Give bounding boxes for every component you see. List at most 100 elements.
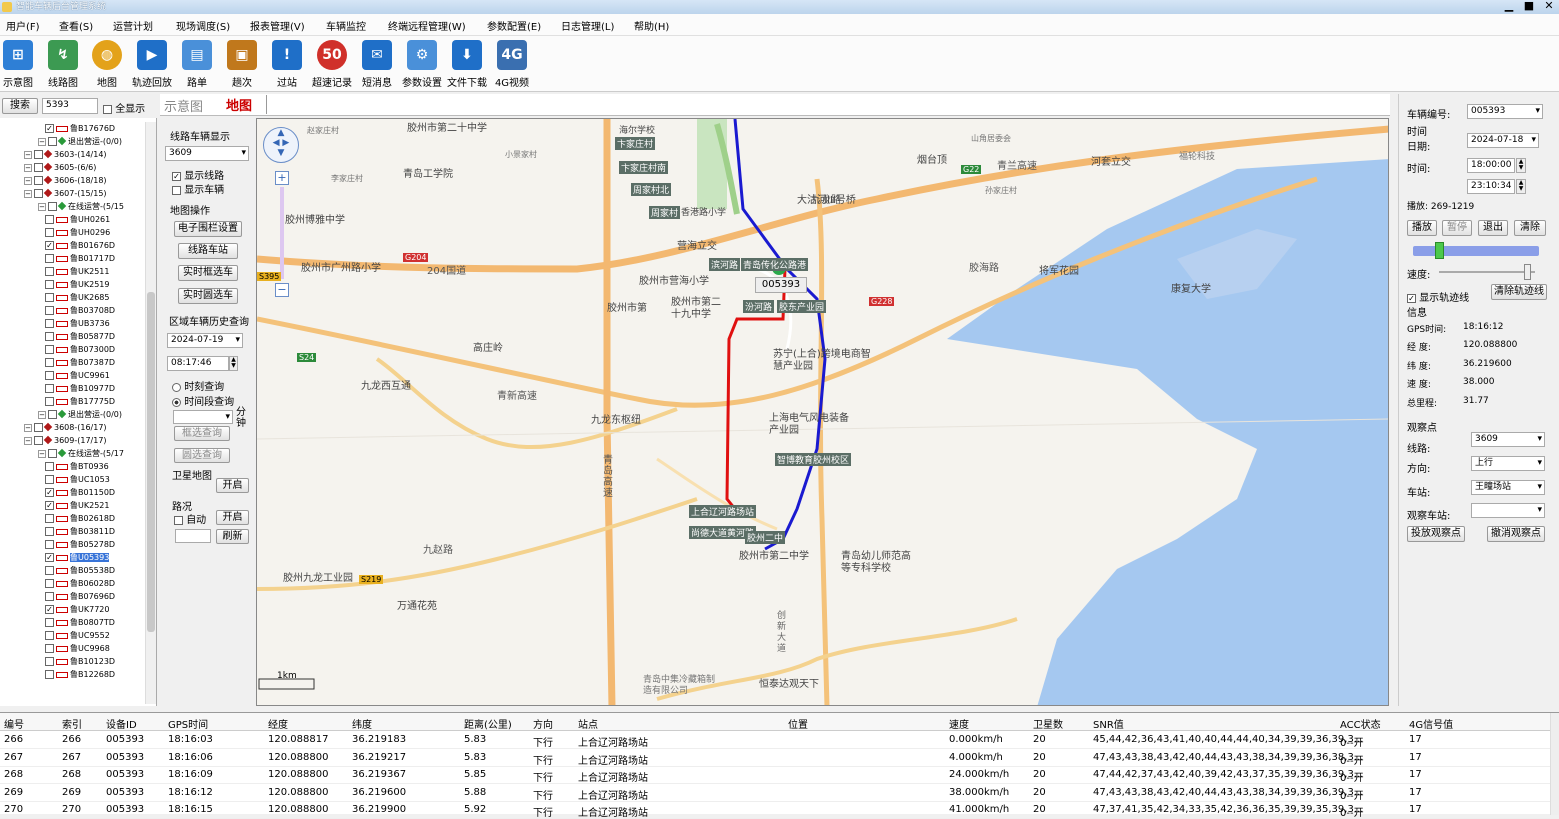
tree-checkbox[interactable]	[45, 228, 54, 237]
tree-vehicle-item[interactable]: 鲁UH0296	[45, 226, 110, 239]
time-from-spinner[interactable]: ▲ ▼	[1516, 158, 1526, 173]
search-button[interactable]: 搜索	[2, 98, 38, 114]
tree-checkbox[interactable]: ✓	[45, 605, 54, 614]
waybill-button[interactable]: ▤ 路单	[175, 40, 219, 89]
column-header[interactable]: 索引	[62, 716, 82, 731]
tree-checkbox[interactable]	[34, 436, 43, 445]
tree-vehicle-item[interactable]: 鲁UC1053	[45, 473, 110, 486]
menu-view[interactable]: 查看(S)	[59, 18, 93, 33]
tree-group-item[interactable]: − 在线运营-(5/15	[38, 200, 124, 213]
maximize-button[interactable]: ■	[1520, 0, 1538, 12]
map-canvas[interactable]: ▲◀ ▶▼ + − 1km ▼ 005393 卞家庄村 卞家庄村南 周家村北 周…	[256, 118, 1389, 706]
tree-checkbox[interactable]	[45, 345, 54, 354]
period-query-radio[interactable]: 时间段查询	[172, 393, 234, 408]
column-header[interactable]: ACC状态	[1340, 716, 1381, 731]
tree-checkbox[interactable]	[45, 267, 54, 276]
tree-checkbox[interactable]: ✓	[45, 501, 54, 510]
tree-checkbox[interactable]	[45, 215, 54, 224]
expand-icon[interactable]: −	[24, 190, 32, 198]
tree-vehicle-item[interactable]: 鲁B17775D	[45, 395, 115, 408]
line-select[interactable]: 3609	[1471, 432, 1545, 447]
speed-slider[interactable]	[1439, 264, 1535, 280]
tree-checkbox[interactable]	[45, 514, 54, 523]
tree-checkbox[interactable]	[34, 163, 43, 172]
tree-checkbox[interactable]	[48, 137, 57, 146]
playback-progress-thumb[interactable]	[1435, 242, 1445, 259]
video-4g-button[interactable]: 4G 4G视频	[490, 40, 534, 89]
menu-user[interactable]: 用户(F)	[6, 18, 40, 33]
tree-checkbox[interactable]	[34, 176, 43, 185]
tree-checkbox[interactable]	[45, 319, 54, 328]
tree-checkbox[interactable]	[45, 566, 54, 575]
column-header[interactable]: 经度	[268, 716, 288, 731]
expand-icon[interactable]: −	[38, 138, 46, 146]
tree-vehicle-item[interactable]: ✓ 鲁UK2521	[45, 499, 109, 512]
menu-params[interactable]: 参数配置(E)	[487, 18, 541, 33]
table-row[interactable]: 266 266 005393 18:16:03 120.088817 36.219183 5…	[0, 732, 1550, 749]
tree-vehicle-item[interactable]: 鲁B10977D	[45, 382, 115, 395]
tree-group-item[interactable]: − 3607-(15/15)	[24, 187, 107, 200]
route-stations-button[interactable]: 线路车站	[178, 243, 238, 259]
expand-icon[interactable]: −	[24, 151, 32, 159]
speed-slider-thumb[interactable]	[1523, 264, 1531, 280]
table-scrollbar[interactable]	[1550, 713, 1559, 815]
obs-station-select[interactable]	[1471, 503, 1545, 518]
overspeed-button[interactable]: 50 超速记录	[310, 40, 354, 89]
menu-log[interactable]: 日志管理(L)	[561, 18, 614, 33]
period-minutes-select[interactable]	[173, 410, 233, 424]
file-download-button[interactable]: ⬇ 文件下载	[445, 40, 489, 89]
menu-monitor[interactable]: 车辆监控	[326, 18, 366, 33]
tree-vehicle-item[interactable]: 鲁B03811D	[45, 525, 115, 538]
search-input[interactable]: 5393	[42, 98, 98, 114]
tree-checkbox[interactable]	[48, 202, 57, 211]
clear-track-button[interactable]: 清除轨迹线	[1491, 284, 1547, 300]
tab-schematic[interactable]: 示意图	[164, 96, 203, 115]
tree-vehicle-item[interactable]: 鲁UC9968	[45, 642, 110, 655]
tree-group-item[interactable]: − 3609-(17/17)	[24, 434, 107, 447]
message-button[interactable]: ✉ 短消息	[355, 40, 399, 89]
tree-checkbox[interactable]	[45, 254, 54, 263]
zoom-out-button[interactable]: −	[275, 283, 289, 297]
tree-checkbox[interactable]	[45, 384, 54, 393]
tree-vehicle-item[interactable]: ✓ 鲁B01150D	[45, 486, 115, 499]
traffic-interval-input[interactable]	[175, 529, 211, 543]
tree-checkbox[interactable]	[45, 371, 54, 380]
time-to-input[interactable]: 23:10:34	[1467, 179, 1515, 194]
tree-vehicle-item[interactable]: 鲁B05877D	[45, 330, 115, 343]
tree-vehicle-item[interactable]: 鲁B0807TD	[45, 616, 115, 629]
menu-plan[interactable]: 运营计划	[113, 18, 153, 33]
tree-checkbox[interactable]	[45, 293, 54, 302]
expand-icon[interactable]: −	[24, 164, 32, 172]
tree-checkbox[interactable]: ✓	[45, 241, 54, 250]
tree-checkbox[interactable]	[45, 592, 54, 601]
table-row[interactable]: 268 268 005393 18:16:09 120.088800 36.219367 5…	[0, 767, 1550, 784]
column-header[interactable]: 位置	[788, 716, 808, 731]
time-to-spinner[interactable]: ▲ ▼	[1516, 179, 1526, 194]
menu-report[interactable]: 报表管理(V)	[250, 18, 305, 33]
tree-checkbox[interactable]	[45, 644, 54, 653]
tree-group-item[interactable]: − 在线运营-(5/17	[38, 447, 124, 460]
playback-progress-bar[interactable]	[1413, 242, 1539, 259]
tree-vehicle-item[interactable]: 鲁B05538D	[45, 564, 115, 577]
track-playback-button[interactable]: ▶ 轨迹回放	[130, 40, 174, 89]
cancel-observe-button[interactable]: 撤消观察点	[1487, 526, 1545, 542]
tree-vehicle-item[interactable]: 鲁UK2519	[45, 278, 109, 291]
menu-help[interactable]: 帮助(H)	[634, 18, 669, 33]
tree-vehicle-item[interactable]: 鲁UC9961	[45, 369, 110, 382]
tree-group-item[interactable]: − 退出营运-(0/0)	[38, 135, 122, 148]
map-pan-control[interactable]: ▲ ◀ ▶ ▼	[263, 127, 299, 163]
traffic-open-button[interactable]: 开启	[216, 510, 249, 525]
tree-group-item[interactable]: − 3603-(14/14)	[24, 148, 107, 161]
tree-vehicle-item[interactable]: 鲁UB3736	[45, 317, 110, 330]
tree-group-item[interactable]: − 3608-(16/17)	[24, 421, 107, 434]
tree-vehicle-item[interactable]: 鲁B07387D	[45, 356, 115, 369]
tree-checkbox[interactable]	[45, 332, 54, 341]
pass-station-button[interactable]: ! 过站	[265, 40, 309, 89]
tree-checkbox[interactable]	[45, 540, 54, 549]
menu-terminal[interactable]: 终端远程管理(W)	[388, 18, 466, 33]
tree-checkbox[interactable]	[45, 631, 54, 640]
params-setting-button[interactable]: ⚙ 参数设置	[400, 40, 444, 89]
menu-dispatch[interactable]: 现场调度(S)	[176, 18, 230, 33]
column-header[interactable]: 速度	[949, 716, 969, 731]
show-route-checkbox[interactable]: ✓ 显示线路	[172, 167, 224, 182]
